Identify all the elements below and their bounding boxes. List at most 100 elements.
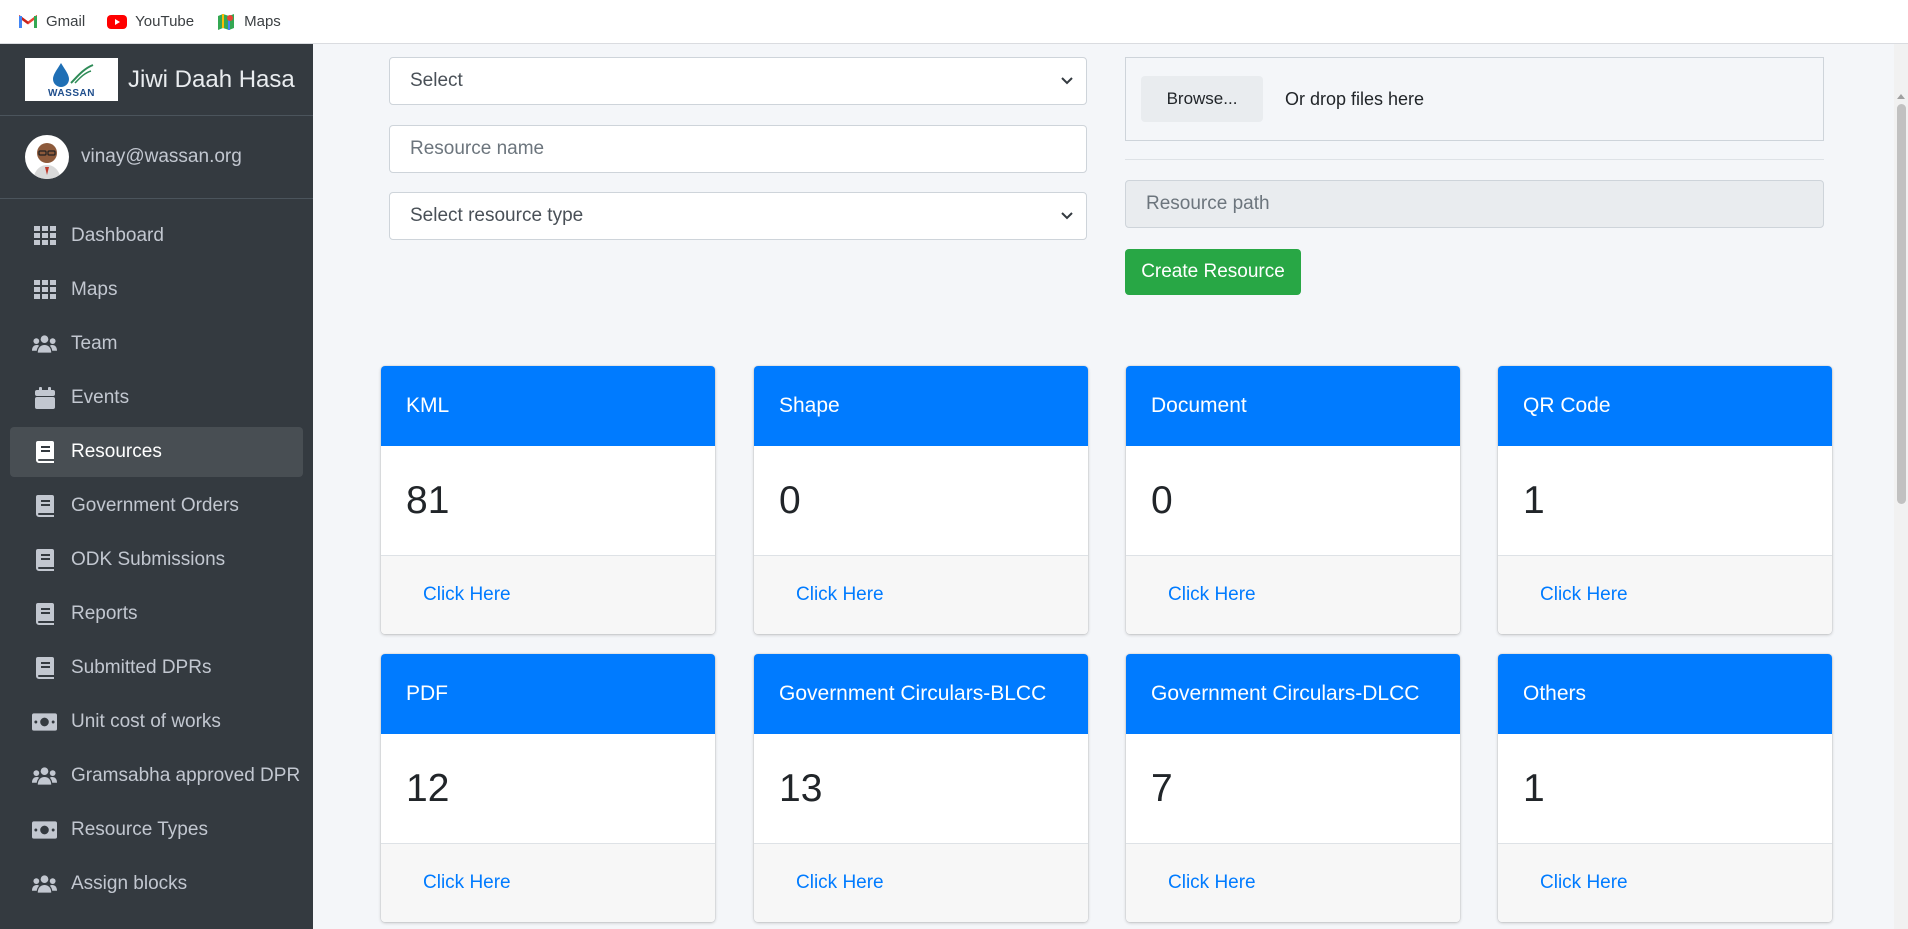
resource-name-placeholder: Resource name [410,138,545,159]
youtube-icon [107,14,128,30]
chevron-down-icon [1061,212,1073,220]
brand[interactable]: WASSAN Jiwi Daah Hasa [0,44,313,116]
user-panel[interactable]: vinay@wassan.org [0,116,313,199]
sidebar-nav: Dashboard Maps Team Events Resources Gov… [0,199,313,909]
bookmark-youtube[interactable]: YouTube [107,13,194,30]
bookmark-label: Maps [244,13,281,30]
sidebar-item-label: Gramsabha approved DPR [71,765,301,786]
divider [1125,159,1824,160]
card-count: 0 [1126,446,1460,556]
sidebar-item-assign-blocks[interactable]: Assign blocks [10,859,303,909]
sidebar-item-label: Resource Types [71,819,208,840]
users-icon [32,333,57,355]
card-count: 12 [381,734,715,844]
sidebar-item-label: Maps [71,279,118,300]
gmail-icon [18,14,38,30]
book-icon [32,495,57,517]
sidebar-item-submitted-dprs[interactable]: Submitted DPRs [10,643,303,693]
resource-card-shape: Shape 0 Click Here [754,366,1088,634]
card-link[interactable]: Click Here [754,556,1088,634]
resource-card-others: Others 1 Click Here [1498,654,1832,922]
sidebar-item-gramsabha-approved-dpr[interactable]: Gramsabha approved DPR [10,751,303,801]
resource-card-kml: KML 81 Click Here [381,366,715,634]
sidebar-item-label: Resources [71,441,162,462]
sidebar-item-odk-submissions[interactable]: ODK Submissions [10,535,303,585]
card-title: QR Code [1498,366,1832,446]
users-icon [32,765,57,787]
sidebar-item-resource-types[interactable]: Resource Types [10,805,303,855]
bookmarks-bar: Gmail YouTube Maps [0,0,1908,44]
resource-path-input[interactable]: Resource path [1125,180,1824,228]
resource-card-document: Document 0 Click Here [1126,366,1460,634]
card-link[interactable]: Click Here [381,844,715,922]
sidebar: WASSAN Jiwi Daah Hasa vinay@wassan.org D… [0,44,313,929]
scroll-up-arrow-icon[interactable] [1897,94,1905,99]
card-title: PDF [381,654,715,734]
sidebar-item-resources[interactable]: Resources [10,427,303,477]
resource-card-qr-code: QR Code 1 Click Here [1498,366,1832,634]
resource-card-circulars-blcc: Government Circulars-BLCC 13 Click Here [754,654,1088,922]
resource-type-value: Select resource type [410,205,584,226]
card-count: 81 [381,446,715,556]
resource-card-pdf: PDF 12 Click Here [381,654,715,922]
bookmark-label: Gmail [46,13,86,30]
resource-type-select[interactable]: Select resource type [389,192,1087,240]
bookmark-maps[interactable]: Maps [216,13,281,30]
resource-path-placeholder: Resource path [1146,193,1270,214]
sidebar-item-label: Unit cost of works [71,711,221,732]
sidebar-item-government-orders[interactable]: Government Orders [10,481,303,531]
sidebar-item-label: Dashboard [71,225,164,246]
create-resource-button[interactable]: Create Resource [1125,249,1301,295]
logo-drop-icon [52,62,93,87]
card-count: 1 [1498,446,1832,556]
sidebar-item-label: Events [71,387,130,408]
sidebar-item-label: ODK Submissions [71,549,226,570]
drop-text: Or drop files here [1285,88,1425,109]
card-title: Others [1498,654,1832,734]
money-icon [32,819,57,841]
card-link[interactable]: Click Here [1126,556,1460,634]
sidebar-item-team[interactable]: Team [10,319,303,369]
book-icon [32,657,57,679]
sidebar-item-label: Reports [71,603,138,624]
sidebar-item-label: Team [71,333,118,354]
card-title: Document [1126,366,1460,446]
card-title: Shape [754,366,1088,446]
card-link[interactable]: Click Here [1498,556,1832,634]
scrollbar[interactable] [1894,44,1908,929]
file-dropzone[interactable]: Browse... Or drop files here [1125,57,1824,141]
bookmark-gmail[interactable]: Gmail [18,13,85,30]
card-count: 0 [754,446,1088,556]
bookmark-label: YouTube [135,13,195,30]
card-title: KML [381,366,715,446]
card-count: 1 [1498,734,1832,844]
card-link[interactable]: Click Here [1498,844,1832,922]
chevron-down-icon [1061,77,1073,85]
card-link[interactable]: Click Here [754,844,1088,922]
resource-name-input[interactable]: Resource name [389,125,1087,173]
category-select[interactable]: Select [389,57,1087,105]
brand-name: Jiwi Daah Hasa [128,65,295,93]
book-icon [32,441,57,463]
card-link[interactable]: Click Here [381,556,715,634]
book-icon [32,549,57,571]
select-value: Select [410,70,463,91]
book-icon [32,603,57,625]
card-title: Government Circulars-DLCC [1126,654,1460,734]
card-title: Government Circulars-BLCC [754,654,1088,734]
sidebar-item-reports[interactable]: Reports [10,589,303,639]
sidebar-item-label: Assign blocks [71,873,188,894]
sidebar-item-label: Submitted DPRs [71,657,212,678]
sidebar-item-unit-cost[interactable]: Unit cost of works [10,697,303,747]
sidebar-item-events[interactable]: Events [10,373,303,423]
scrollbar-thumb[interactable] [1897,104,1906,504]
users-icon [32,873,57,895]
sidebar-item-maps[interactable]: Maps [10,265,303,315]
logo-text: WASSAN [48,87,95,99]
sidebar-item-dashboard[interactable]: Dashboard [10,211,303,261]
avatar [25,135,69,179]
calendar-icon [32,387,57,409]
card-count: 7 [1126,734,1460,844]
card-link[interactable]: Click Here [1126,844,1460,922]
browse-button[interactable]: Browse... [1141,76,1263,122]
